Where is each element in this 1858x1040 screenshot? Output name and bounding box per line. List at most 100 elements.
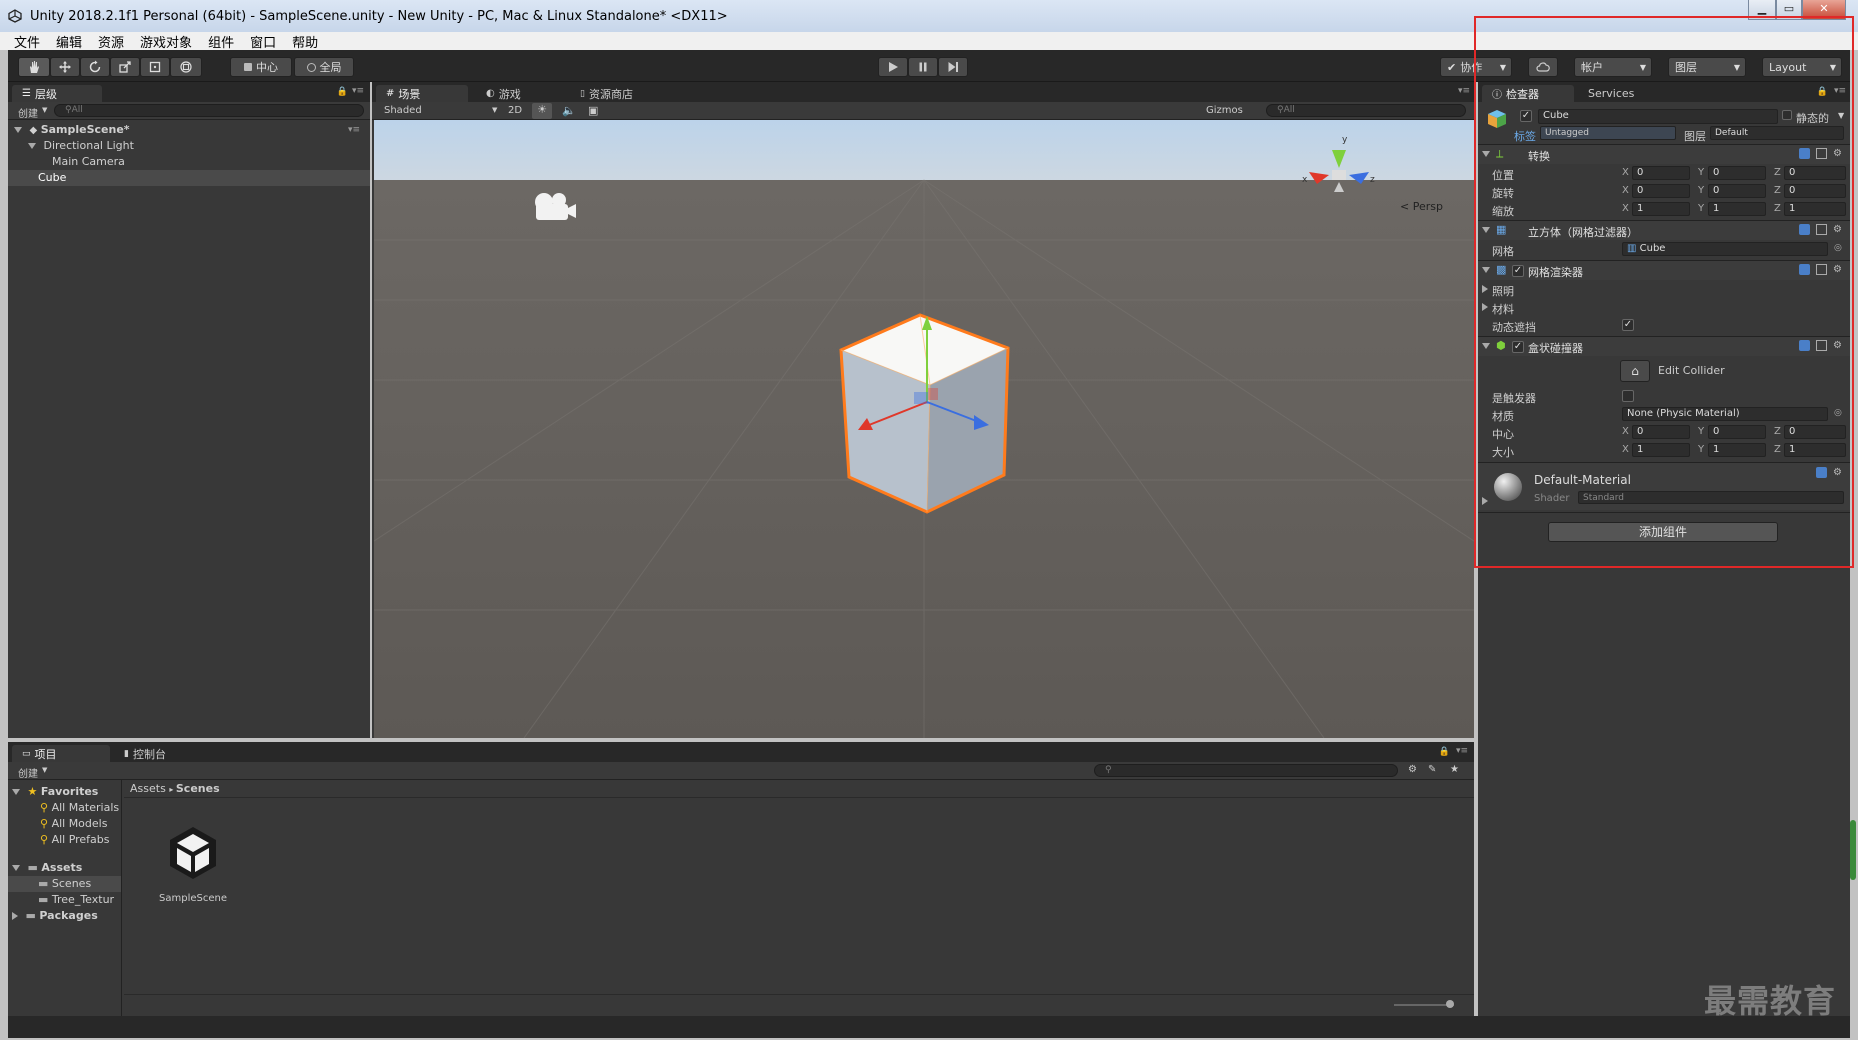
rotation-x-input[interactable]: 0	[1632, 184, 1690, 198]
scroll-indicator[interactable]	[1850, 820, 1856, 880]
maximize-button[interactable]: ▭	[1776, 0, 1802, 20]
scale-tool-button[interactable]	[110, 57, 140, 77]
tab-hierarchy[interactable]: ☰ 层级	[12, 85, 102, 102]
help-book-icon[interactable]	[1799, 264, 1810, 275]
rotate-tool-button[interactable]	[80, 57, 110, 77]
pause-button[interactable]	[908, 57, 938, 77]
menu-file[interactable]: 文件	[14, 32, 40, 51]
transform-tool-button[interactable]	[170, 57, 202, 77]
tab-game[interactable]: ◐ 游戏	[476, 85, 531, 102]
pivot-center-toggle[interactable]: 中心	[230, 57, 292, 77]
scene-menu-icon[interactable]: ▾≡	[348, 122, 360, 138]
tab-inspector[interactable]: ⓘ 检查器	[1482, 85, 1574, 102]
scale-z-input[interactable]: 1	[1784, 202, 1846, 216]
step-button[interactable]	[938, 57, 968, 77]
gear-icon[interactable]: ⚙	[1833, 224, 1844, 235]
lighting-toggle-icon[interactable]: ☀	[532, 103, 552, 119]
mesh-object-field[interactable]: ▥ Cube	[1622, 242, 1828, 256]
position-z-input[interactable]: 0	[1784, 166, 1846, 180]
hierarchy-search-input[interactable]: ⚲All	[54, 104, 364, 117]
help-book-icon[interactable]	[1799, 340, 1810, 351]
chevron-down-icon[interactable]: ▼	[1838, 111, 1844, 120]
position-x-input[interactable]: 0	[1632, 166, 1690, 180]
account-dropdown[interactable]: 帐户 ▼	[1574, 57, 1652, 77]
menu-edit[interactable]: 编辑	[56, 32, 82, 51]
scene-viewport[interactable]: y x z < Persp	[374, 120, 1474, 738]
layout-dropdown[interactable]: Layout ▼	[1762, 57, 1842, 77]
lock-icon[interactable]: 🔒	[337, 87, 348, 97]
position-y-input[interactable]: 0	[1708, 166, 1766, 180]
breadcrumb-scenes[interactable]: Scenes	[176, 782, 220, 795]
shading-mode-dropdown[interactable]: Shaded	[384, 105, 422, 116]
mesh-renderer-component-header[interactable]: ▩ ✓ 网格渲染器 ⚙	[1478, 260, 1850, 280]
favorites-item[interactable]: ★ Favorites	[12, 784, 98, 800]
hierarchy-item-cube[interactable]: Cube	[8, 170, 370, 186]
favorite-all-models[interactable]: ⚲ All Models	[40, 816, 107, 832]
hierarchy-item-main-camera[interactable]: Main Camera	[52, 154, 125, 170]
preset-icon[interactable]	[1816, 224, 1827, 235]
scale-x-input[interactable]: 1	[1632, 202, 1690, 216]
panel-menu-icon[interactable]: ▾≡	[1834, 86, 1846, 96]
tab-console[interactable]: ▮ 控制台	[114, 745, 176, 762]
center-z-input[interactable]: 0	[1784, 425, 1846, 439]
static-checkbox[interactable]	[1782, 110, 1792, 120]
hierarchy-item-directional-light[interactable]: Directional Light	[28, 138, 134, 154]
size-y-input[interactable]: 1	[1708, 443, 1766, 457]
mesh-renderer-enabled-checkbox[interactable]: ✓	[1512, 265, 1524, 277]
center-x-input[interactable]: 0	[1632, 425, 1690, 439]
panel-menu-icon[interactable]: ▾≡	[352, 86, 364, 96]
favorite-all-materials[interactable]: ⚲ All Materials	[40, 800, 119, 816]
add-component-button[interactable]: 添加组件	[1548, 522, 1778, 542]
center-y-input[interactable]: 0	[1708, 425, 1766, 439]
menu-component[interactable]: 组件	[208, 32, 234, 51]
materials-foldout[interactable]: 材料	[1480, 299, 1846, 316]
is-trigger-checkbox[interactable]	[1622, 390, 1634, 402]
breadcrumb-assets[interactable]: Assets	[130, 782, 166, 795]
object-active-checkbox[interactable]: ✓	[1520, 110, 1532, 122]
lock-icon[interactable]: 🔒	[1817, 87, 1828, 97]
icon-size-slider[interactable]	[1394, 1000, 1454, 1008]
menu-help[interactable]: 帮助	[292, 32, 318, 51]
size-z-input[interactable]: 1	[1784, 443, 1846, 457]
filter-by-label-icon[interactable]: ✎	[1428, 764, 1436, 775]
audio-toggle-icon[interactable]: 🔈	[562, 104, 576, 117]
mesh-filter-component-header[interactable]: ▦ 立方体（网格过滤器） ⚙	[1478, 220, 1850, 240]
size-x-input[interactable]: 1	[1632, 443, 1690, 457]
asset-item-samplescene[interactable]: SampleScene	[148, 822, 238, 922]
object-picker-icon[interactable]: ◎	[1834, 243, 1842, 253]
preset-icon[interactable]	[1816, 148, 1827, 159]
edit-collider-button[interactable]: ⌂	[1620, 360, 1650, 382]
projection-toggle[interactable]: < Persp	[1400, 200, 1443, 213]
box-collider-component-header[interactable]: ⬢ ✓ 盒状碰撞器 ⚙	[1478, 336, 1850, 356]
minimize-button[interactable]: ▁	[1748, 0, 1776, 20]
panel-menu-icon[interactable]: ▾≡	[1456, 746, 1468, 756]
scale-y-input[interactable]: 1	[1708, 202, 1766, 216]
material-section[interactable]: Default-Material Shader Standard ⚙	[1478, 462, 1850, 510]
preset-icon[interactable]	[1816, 264, 1827, 275]
box-collider-enabled-checkbox[interactable]: ✓	[1512, 341, 1524, 353]
tab-scene[interactable]: # 场景	[376, 85, 468, 102]
object-name-input[interactable]: Cube	[1538, 109, 1778, 124]
collab-dropdown[interactable]: ✔ 协作 ▼	[1440, 57, 1512, 77]
rect-tool-button[interactable]	[140, 57, 170, 77]
gear-icon[interactable]: ⚙	[1833, 340, 1844, 351]
2d-toggle[interactable]: 2D	[508, 105, 522, 116]
folder-scenes[interactable]: ▬ Scenes	[8, 876, 121, 892]
layers-dropdown[interactable]: 图层 ▼	[1668, 57, 1746, 77]
preset-icon[interactable]	[1816, 340, 1827, 351]
cube-object[interactable]	[839, 313, 1010, 514]
help-book-icon[interactable]	[1799, 148, 1810, 159]
favorite-star-icon[interactable]: ★	[1450, 764, 1459, 775]
lighting-foldout[interactable]: 照明	[1480, 281, 1846, 298]
menu-gameobject[interactable]: 游戏对象	[140, 32, 192, 51]
rotation-y-input[interactable]: 0	[1708, 184, 1766, 198]
panel-menu-icon[interactable]: ▾≡	[1458, 86, 1470, 96]
help-book-icon[interactable]	[1816, 467, 1827, 478]
close-button[interactable]: ✕	[1802, 0, 1846, 20]
play-button[interactable]	[878, 57, 908, 77]
assets-folder-item[interactable]: ▬ Assets	[12, 860, 82, 876]
tag-dropdown[interactable]: Untagged	[1540, 126, 1676, 140]
create-dropdown[interactable]: 创建	[18, 105, 38, 120]
rotation-z-input[interactable]: 0	[1784, 184, 1846, 198]
favorite-all-prefabs[interactable]: ⚲ All Prefabs	[40, 832, 110, 848]
